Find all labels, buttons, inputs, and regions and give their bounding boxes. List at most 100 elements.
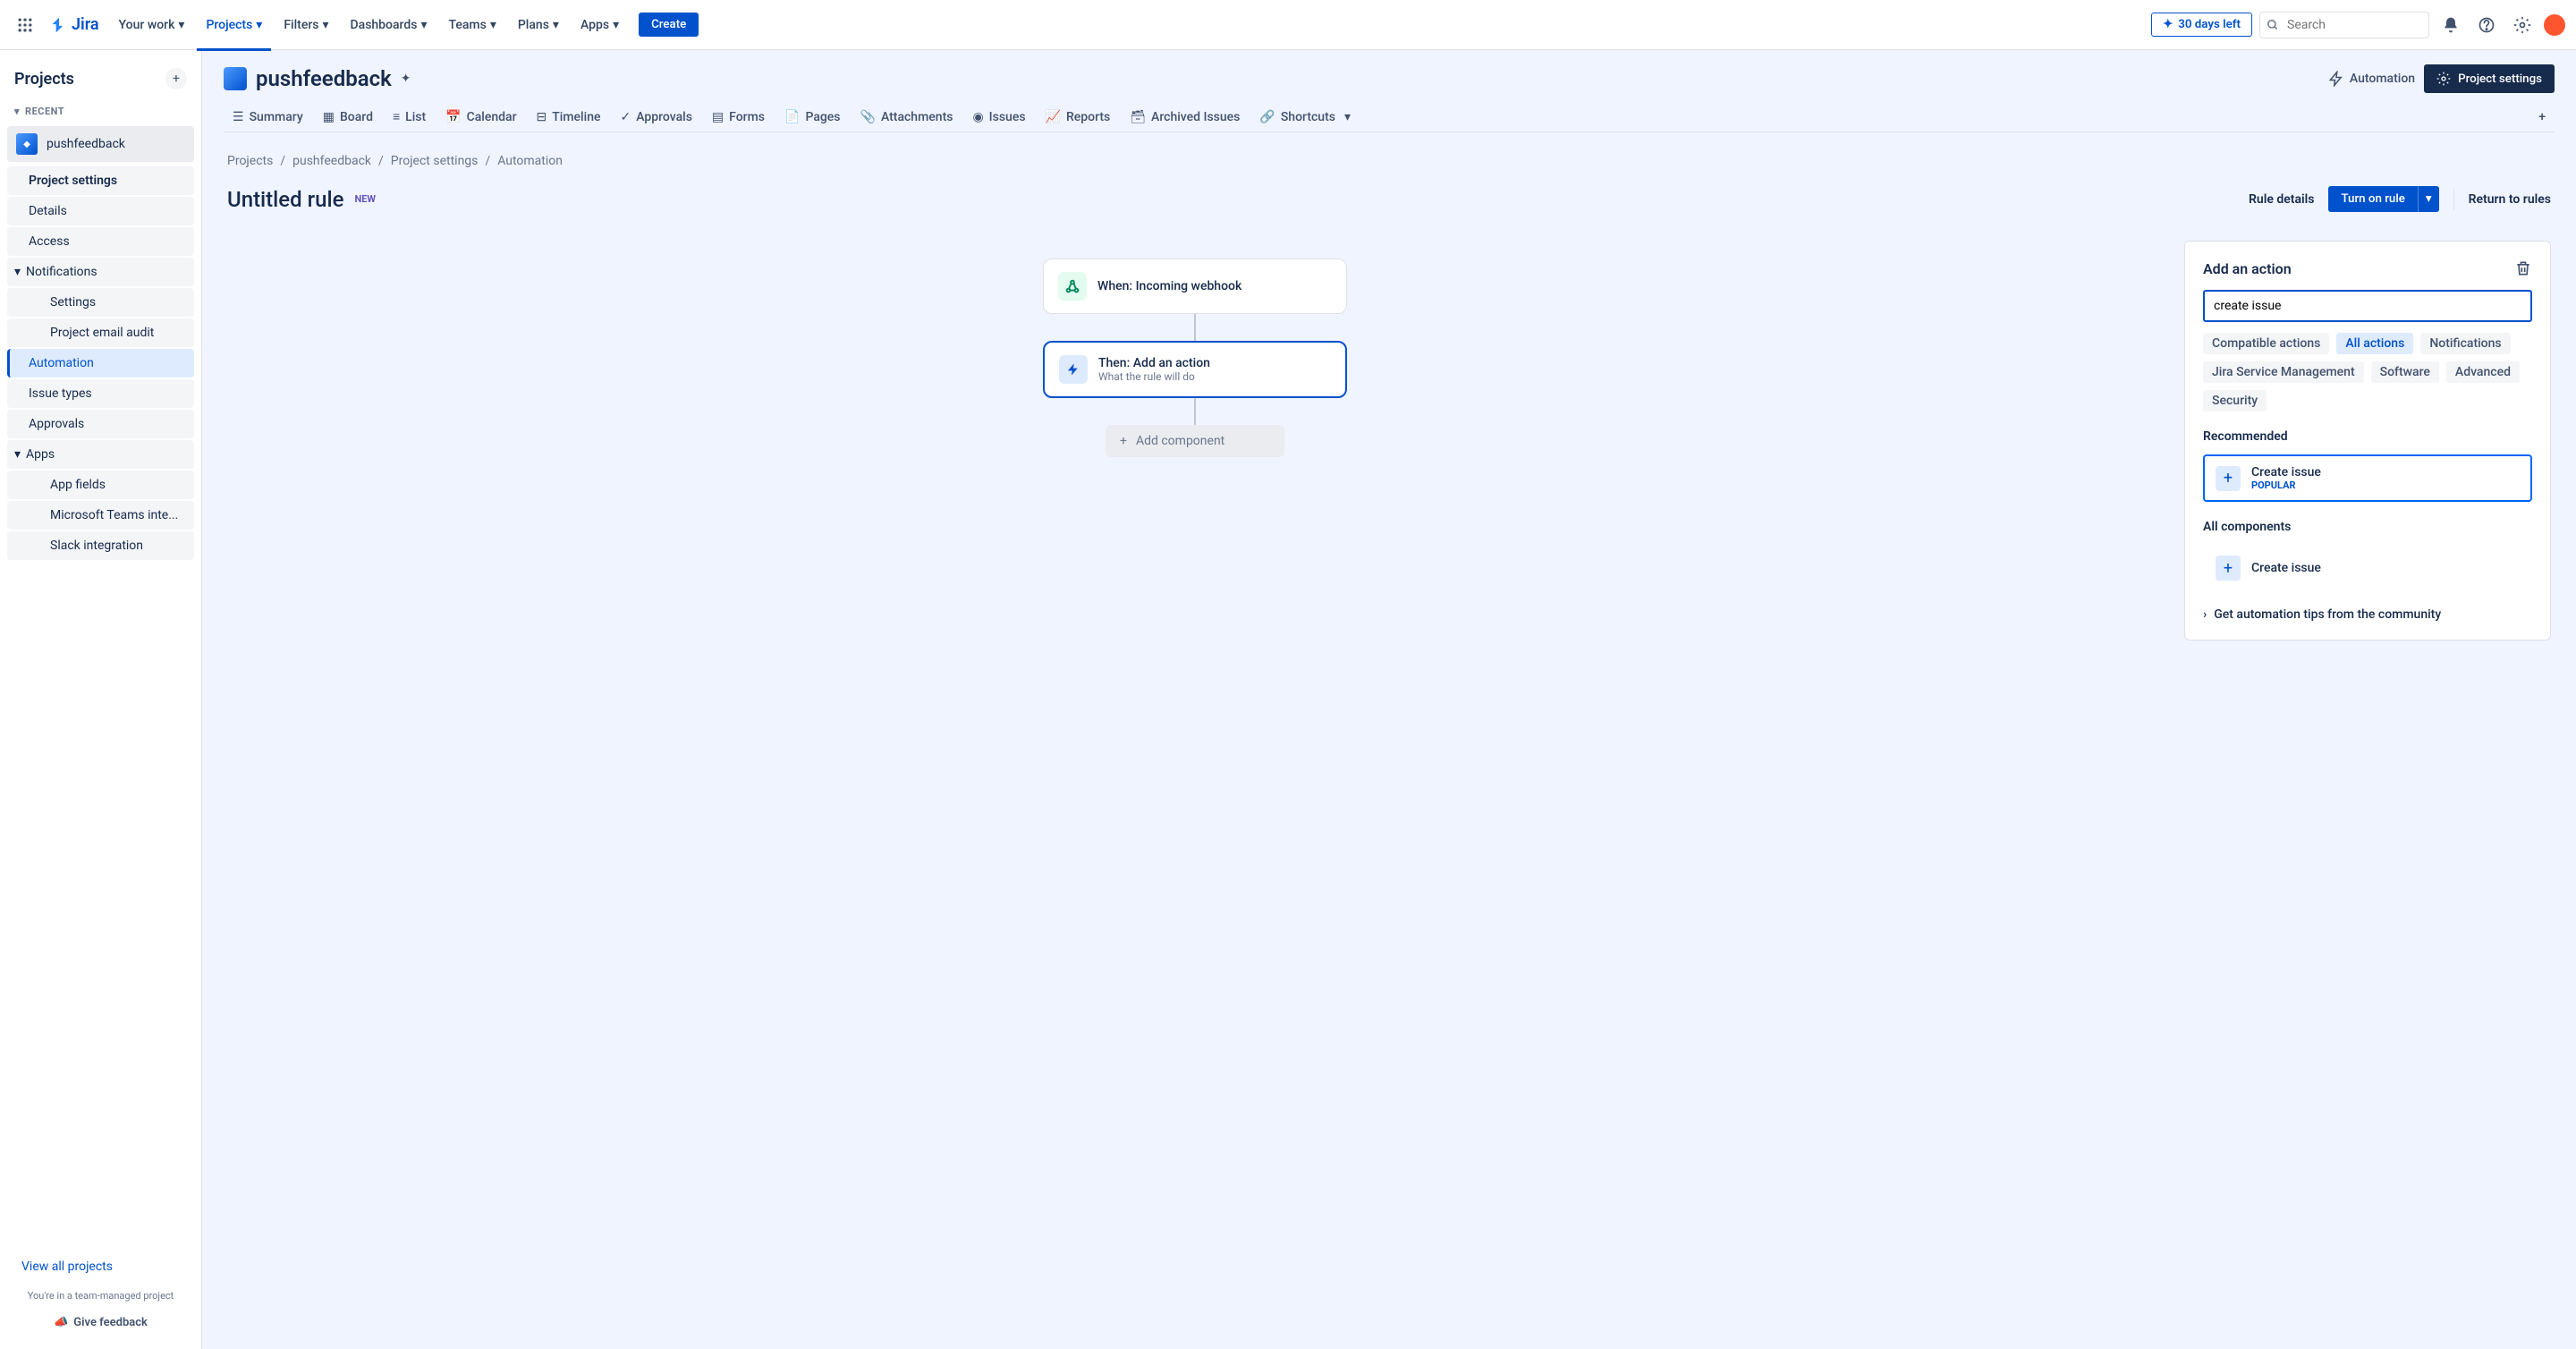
- sidebar-item-email-audit[interactable]: Project email audit: [7, 318, 194, 347]
- plus-icon: +: [1120, 434, 1127, 448]
- sidebar-item-project-settings[interactable]: Project settings: [7, 166, 194, 195]
- nav-teams[interactable]: Teams▾: [440, 13, 505, 38]
- add-component-button[interactable]: + Add component: [1106, 425, 1284, 457]
- tab-archived[interactable]: 🗃Archived Issues: [1121, 103, 1249, 132]
- project-icon: [224, 67, 247, 90]
- sidebar-project-pushfeedback[interactable]: ◆ pushfeedback: [7, 126, 194, 162]
- sidebar: Projects + ▾ Recent ◆ pushfeedback Proje…: [0, 50, 202, 1349]
- chip-software[interactable]: Software: [2371, 361, 2439, 383]
- flow-trigger-card[interactable]: When: Incoming webhook: [1043, 259, 1347, 314]
- give-feedback-link[interactable]: 📣 Give feedback: [14, 1311, 187, 1335]
- add-tab-button[interactable]: +: [2529, 103, 2555, 132]
- sidebar-item-automation[interactable]: Automation: [7, 349, 194, 378]
- project-settings-button[interactable]: Project settings: [2424, 64, 2555, 93]
- turn-on-rule-button[interactable]: Turn on rule: [2328, 186, 2417, 212]
- sparkle-icon[interactable]: ✦: [401, 72, 411, 86]
- settings-icon[interactable]: [2508, 11, 2537, 39]
- tab-forms[interactable]: ▤Forms: [703, 103, 774, 132]
- tab-attachments[interactable]: 📎Attachments: [852, 103, 962, 132]
- chip-all-actions[interactable]: All actions: [2336, 333, 2413, 354]
- chevron-down-icon: ▾: [14, 447, 21, 462]
- sparkle-icon: ✦: [2163, 18, 2173, 31]
- sidebar-item-issue-types[interactable]: Issue types: [7, 379, 194, 408]
- project-icon: ◆: [16, 133, 38, 155]
- rule-title[interactable]: Untitled rule: [227, 187, 343, 212]
- tab-summary[interactable]: ☰Summary: [224, 103, 312, 132]
- search-icon: [2267, 19, 2279, 31]
- chip-notifications[interactable]: Notifications: [2420, 333, 2510, 354]
- chevron-down-icon: ▾: [14, 265, 21, 279]
- chip-advanced[interactable]: Advanced: [2446, 361, 2520, 383]
- tab-calendar[interactable]: 📅Calendar: [436, 103, 525, 132]
- sidebar-item-slack[interactable]: Slack integration: [7, 531, 194, 560]
- sidebar-item-apps[interactable]: ▾ Apps: [7, 440, 194, 469]
- sidebar-item-notifications[interactable]: ▾ Notifications: [7, 258, 194, 286]
- main-content: pushfeedback ✦ Automation Project settin…: [202, 50, 2576, 1349]
- sidebar-item-access[interactable]: Access: [7, 227, 194, 256]
- chip-compatible[interactable]: Compatible actions: [2203, 333, 2329, 354]
- delete-action-button[interactable]: [2514, 259, 2532, 277]
- tab-pages[interactable]: 📄Pages: [775, 103, 849, 132]
- recent-section[interactable]: ▾ Recent: [7, 100, 194, 123]
- nav-apps[interactable]: Apps▾: [572, 13, 628, 38]
- action-name: Create issue: [2251, 465, 2321, 479]
- webhook-icon: [1058, 272, 1087, 301]
- popular-tag: POPULAR: [2251, 479, 2321, 491]
- tab-approvals[interactable]: ✓Approvals: [612, 103, 701, 132]
- tab-list[interactable]: ≡List: [384, 102, 435, 132]
- sidebar-item-approvals[interactable]: Approvals: [7, 410, 194, 438]
- sidebar-item-teams[interactable]: Microsoft Teams inte...: [7, 501, 194, 530]
- turn-on-dropdown[interactable]: ▾: [2418, 186, 2439, 212]
- sidebar-item-app-fields[interactable]: App fields: [7, 471, 194, 499]
- action-create-issue-recommended[interactable]: + Create issue POPULAR: [2203, 454, 2532, 502]
- flow-action-card[interactable]: Then: Add an action What the rule will d…: [1043, 341, 1347, 398]
- breadcrumb-projects[interactable]: Projects: [227, 154, 273, 168]
- search-input[interactable]: [2259, 12, 2429, 38]
- chip-security[interactable]: Security: [2203, 390, 2267, 411]
- tab-timeline[interactable]: ⊟Timeline: [528, 103, 610, 132]
- breadcrumb-pushfeedback[interactable]: pushfeedback: [292, 154, 371, 168]
- managed-project-text: You're in a team-managed project: [14, 1281, 187, 1311]
- add-project-button[interactable]: +: [165, 68, 187, 89]
- notifications-icon[interactable]: [2436, 11, 2465, 39]
- new-badge: NEW: [354, 193, 376, 205]
- flow-trigger-label: When: Incoming webhook: [1097, 279, 1241, 293]
- flow-action-sub: What the rule will do: [1098, 370, 1210, 383]
- flow-action-label: Then: Add an action: [1098, 356, 1210, 370]
- chip-jsm[interactable]: Jira Service Management: [2203, 361, 2364, 383]
- chevron-down-icon: ▾: [14, 106, 20, 117]
- recommended-label: Recommended: [2203, 429, 2532, 444]
- create-button[interactable]: Create: [639, 13, 699, 37]
- nav-filters[interactable]: Filters▾: [275, 13, 337, 38]
- nav-your-work[interactable]: Your work▾: [110, 13, 194, 38]
- tab-board[interactable]: ▦Board: [314, 103, 382, 132]
- days-left-button[interactable]: ✦ 30 days left: [2151, 13, 2252, 37]
- tab-issues[interactable]: ◉Issues: [963, 103, 1034, 132]
- breadcrumb-settings[interactable]: Project settings: [391, 154, 479, 168]
- nav-plans[interactable]: Plans▾: [509, 13, 568, 38]
- nav-projects[interactable]: Projects▾: [197, 13, 271, 38]
- logo-text: Jira: [72, 15, 99, 34]
- action-search-input[interactable]: [2203, 290, 2532, 322]
- action-create-issue[interactable]: + Create issue: [2203, 545, 2532, 591]
- automation-tips-link[interactable]: › Get automation tips from the community: [2203, 607, 2532, 622]
- project-name: pushfeedback: [256, 66, 392, 91]
- tab-reports[interactable]: 📈Reports: [1037, 103, 1120, 132]
- nav-items: Your work▾ Projects▾ Filters▾ Dashboards…: [110, 13, 699, 38]
- rule-details-link[interactable]: Rule details: [2249, 192, 2314, 207]
- automation-link[interactable]: Automation: [2328, 71, 2415, 87]
- nav-dashboards[interactable]: Dashboards▾: [342, 13, 436, 38]
- return-to-rules-link[interactable]: Return to rules: [2469, 192, 2551, 207]
- sidebar-item-settings[interactable]: Settings: [7, 288, 194, 317]
- divider: [2453, 189, 2454, 210]
- jira-logo[interactable]: Jira: [50, 15, 99, 34]
- sidebar-title: Projects: [14, 70, 74, 89]
- view-all-projects-link[interactable]: View all projects: [14, 1252, 187, 1281]
- app-switcher-icon[interactable]: [11, 11, 39, 39]
- breadcrumb-automation[interactable]: Automation: [497, 154, 563, 168]
- sidebar-item-details[interactable]: Details: [7, 197, 194, 225]
- help-icon[interactable]: [2472, 11, 2501, 39]
- user-avatar[interactable]: [2544, 14, 2565, 36]
- plus-icon: +: [2216, 556, 2241, 581]
- tab-shortcuts[interactable]: 🔗Shortcuts▾: [1250, 103, 1360, 132]
